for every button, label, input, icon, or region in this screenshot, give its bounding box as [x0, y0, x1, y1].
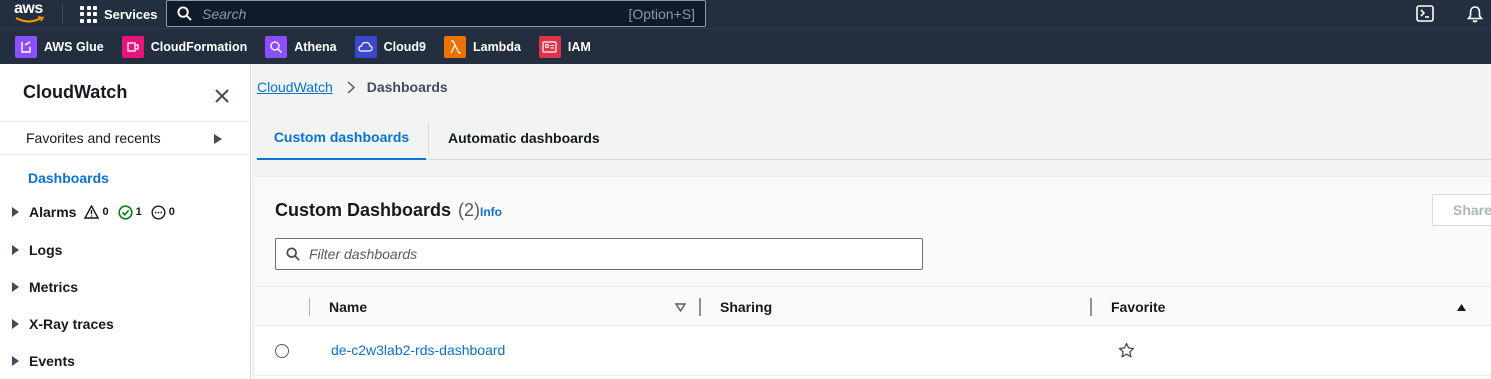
- search-input[interactable]: Search [Option+S]: [166, 0, 706, 27]
- favorite-label: IAM: [567, 39, 591, 54]
- favorite-aws-glue[interactable]: AWS Glue: [15, 35, 104, 58]
- tab-automatic-dashboards[interactable]: Automatic dashboards: [428, 122, 600, 154]
- favorite-cloudformation[interactable]: CloudFormation: [121, 35, 248, 58]
- tab-custom-dashboards[interactable]: Custom dashboards: [257, 116, 426, 160]
- filter-dashboards-input[interactable]: Filter dashboards: [275, 238, 923, 270]
- lambda-icon: [443, 35, 466, 58]
- favorite-label: CloudFormation: [150, 39, 248, 54]
- aws-glue-icon: [15, 35, 37, 58]
- sidebar-item-label: X-Ray traces: [29, 316, 114, 332]
- ellipsis-circle-icon: [151, 204, 166, 220]
- panel-title-text: Custom Dashboards: [275, 200, 452, 220]
- share-button[interactable]: Share: [1432, 194, 1491, 226]
- search-placeholder: Search: [202, 5, 247, 22]
- aws-logo[interactable]: aws: [14, 0, 48, 24]
- breadcrumb-link-cloudwatch[interactable]: CloudWatch: [257, 79, 333, 95]
- favorite-label: Cloud9: [383, 39, 426, 54]
- sidebar-item-metrics[interactable]: Metrics: [0, 277, 78, 297]
- table-header: Name Sharing Favorite: [255, 286, 1491, 326]
- caret-right-icon: [12, 207, 19, 217]
- favorites-bar: AWS Glue CloudFormation Athena Cloud9 La…: [0, 28, 1491, 64]
- favorites-and-recents-toggle[interactable]: Favorites and recents: [0, 121, 251, 155]
- table-row[interactable]: de-c2w3lab2-rds-dashboard: [255, 326, 1491, 376]
- column-header-name[interactable]: Name: [329, 287, 367, 327]
- notifications-bell-icon[interactable]: [1466, 5, 1484, 28]
- panel-header: Custom Dashboards (2) Info Share Filter …: [255, 177, 1491, 286]
- custom-dashboards-panel: Custom Dashboards (2) Info Share Filter …: [255, 176, 1491, 379]
- search-shortcut: [Option+S]: [628, 5, 695, 22]
- cloud9-icon: [354, 35, 377, 58]
- column-divider: [309, 298, 310, 316]
- sidebar-item-logs[interactable]: Logs: [0, 240, 62, 260]
- breadcrumb-current: Dashboards: [366, 79, 448, 95]
- top-navigation: aws Services Search [Option+S]: [0, 0, 1491, 28]
- sidebar-item-dashboards[interactable]: Dashboards: [28, 170, 109, 186]
- services-menu-button[interactable]: Services: [80, 4, 158, 24]
- sidebar-item-label: Metrics: [29, 279, 79, 295]
- cloudshell-icon[interactable]: [1416, 5, 1434, 27]
- warning-triangle-icon: [84, 205, 100, 219]
- favorite-lambda[interactable]: Lambda: [443, 35, 521, 58]
- filter-placeholder: Filter dashboards: [309, 246, 418, 262]
- caret-right-icon: [12, 356, 19, 366]
- favorite-label: AWS Glue: [44, 39, 104, 54]
- column-resizer[interactable]: [1090, 298, 1092, 316]
- favorite-iam[interactable]: IAM: [538, 35, 591, 58]
- favorite-label: Lambda: [472, 39, 521, 54]
- search-icon: [286, 247, 300, 261]
- sidebar-title[interactable]: CloudWatch: [23, 82, 127, 103]
- caret-right-icon: [12, 282, 19, 292]
- athena-icon: [265, 35, 288, 58]
- chevron-right-icon: [347, 80, 355, 94]
- cloudformation-icon: [121, 35, 144, 58]
- services-label: Services: [104, 6, 158, 22]
- column-header-favorite[interactable]: Favorite: [1111, 287, 1165, 327]
- caret-right-icon: [12, 245, 19, 255]
- check-circle-icon: [117, 204, 133, 220]
- column-header-sharing[interactable]: Sharing: [720, 287, 772, 327]
- search-icon: [177, 6, 192, 21]
- favorites-and-recents-label: Favorites and recents: [26, 130, 161, 146]
- dashboard-tabs: Custom dashboards Automatic dashboards: [257, 116, 1491, 160]
- favorite-cloud9[interactable]: Cloud9: [354, 35, 426, 58]
- caret-right-icon: [12, 319, 19, 329]
- sidebar-item-label: Alarms: [29, 204, 77, 220]
- sidebar-item-alarms[interactable]: Alarms 0 1 0: [0, 202, 181, 222]
- divider: [62, 4, 63, 24]
- sidebar-item-events[interactable]: Events: [0, 351, 75, 371]
- row-select-radio[interactable]: [275, 344, 289, 358]
- close-icon[interactable]: [214, 88, 230, 104]
- aws-smile-icon: [15, 16, 45, 23]
- alarm-in-alarm-count: 0: [84, 205, 109, 219]
- dashboard-name-link[interactable]: de-c2w3lab2-rds-dashboard: [331, 342, 505, 358]
- sidebar-item-xray-traces[interactable]: X-Ray traces: [0, 314, 114, 334]
- sidebar-item-label: Events: [29, 353, 75, 369]
- alarm-ok-count: 1: [117, 204, 142, 220]
- aws-logo-text: aws: [14, 0, 43, 17]
- sidebar-item-label: Logs: [29, 242, 63, 258]
- alarm-insufficient-count: 0: [151, 204, 175, 220]
- panel-title: Custom Dashboards (2): [275, 200, 480, 221]
- panel-count: (2): [458, 200, 481, 220]
- sort-ascending-icon[interactable]: [1456, 287, 1467, 327]
- breadcrumb: CloudWatch Dashboards: [257, 79, 448, 95]
- alarm-status-summary: 0 1 0: [84, 204, 180, 220]
- info-link[interactable]: Info: [480, 205, 502, 219]
- column-resizer[interactable]: [699, 298, 701, 316]
- sort-descending-icon[interactable]: [675, 287, 686, 327]
- iam-icon: [538, 35, 561, 58]
- main-content: CloudWatch Dashboards Custom dashboards …: [252, 64, 1491, 379]
- caret-right-icon: [214, 134, 222, 144]
- favorite-athena[interactable]: Athena: [265, 35, 337, 58]
- side-navigation: CloudWatch Favorites and recents Dashboa…: [0, 64, 251, 379]
- favorite-label: Athena: [294, 39, 337, 54]
- star-outline-icon[interactable]: [1118, 342, 1135, 364]
- grid-icon: [80, 5, 97, 23]
